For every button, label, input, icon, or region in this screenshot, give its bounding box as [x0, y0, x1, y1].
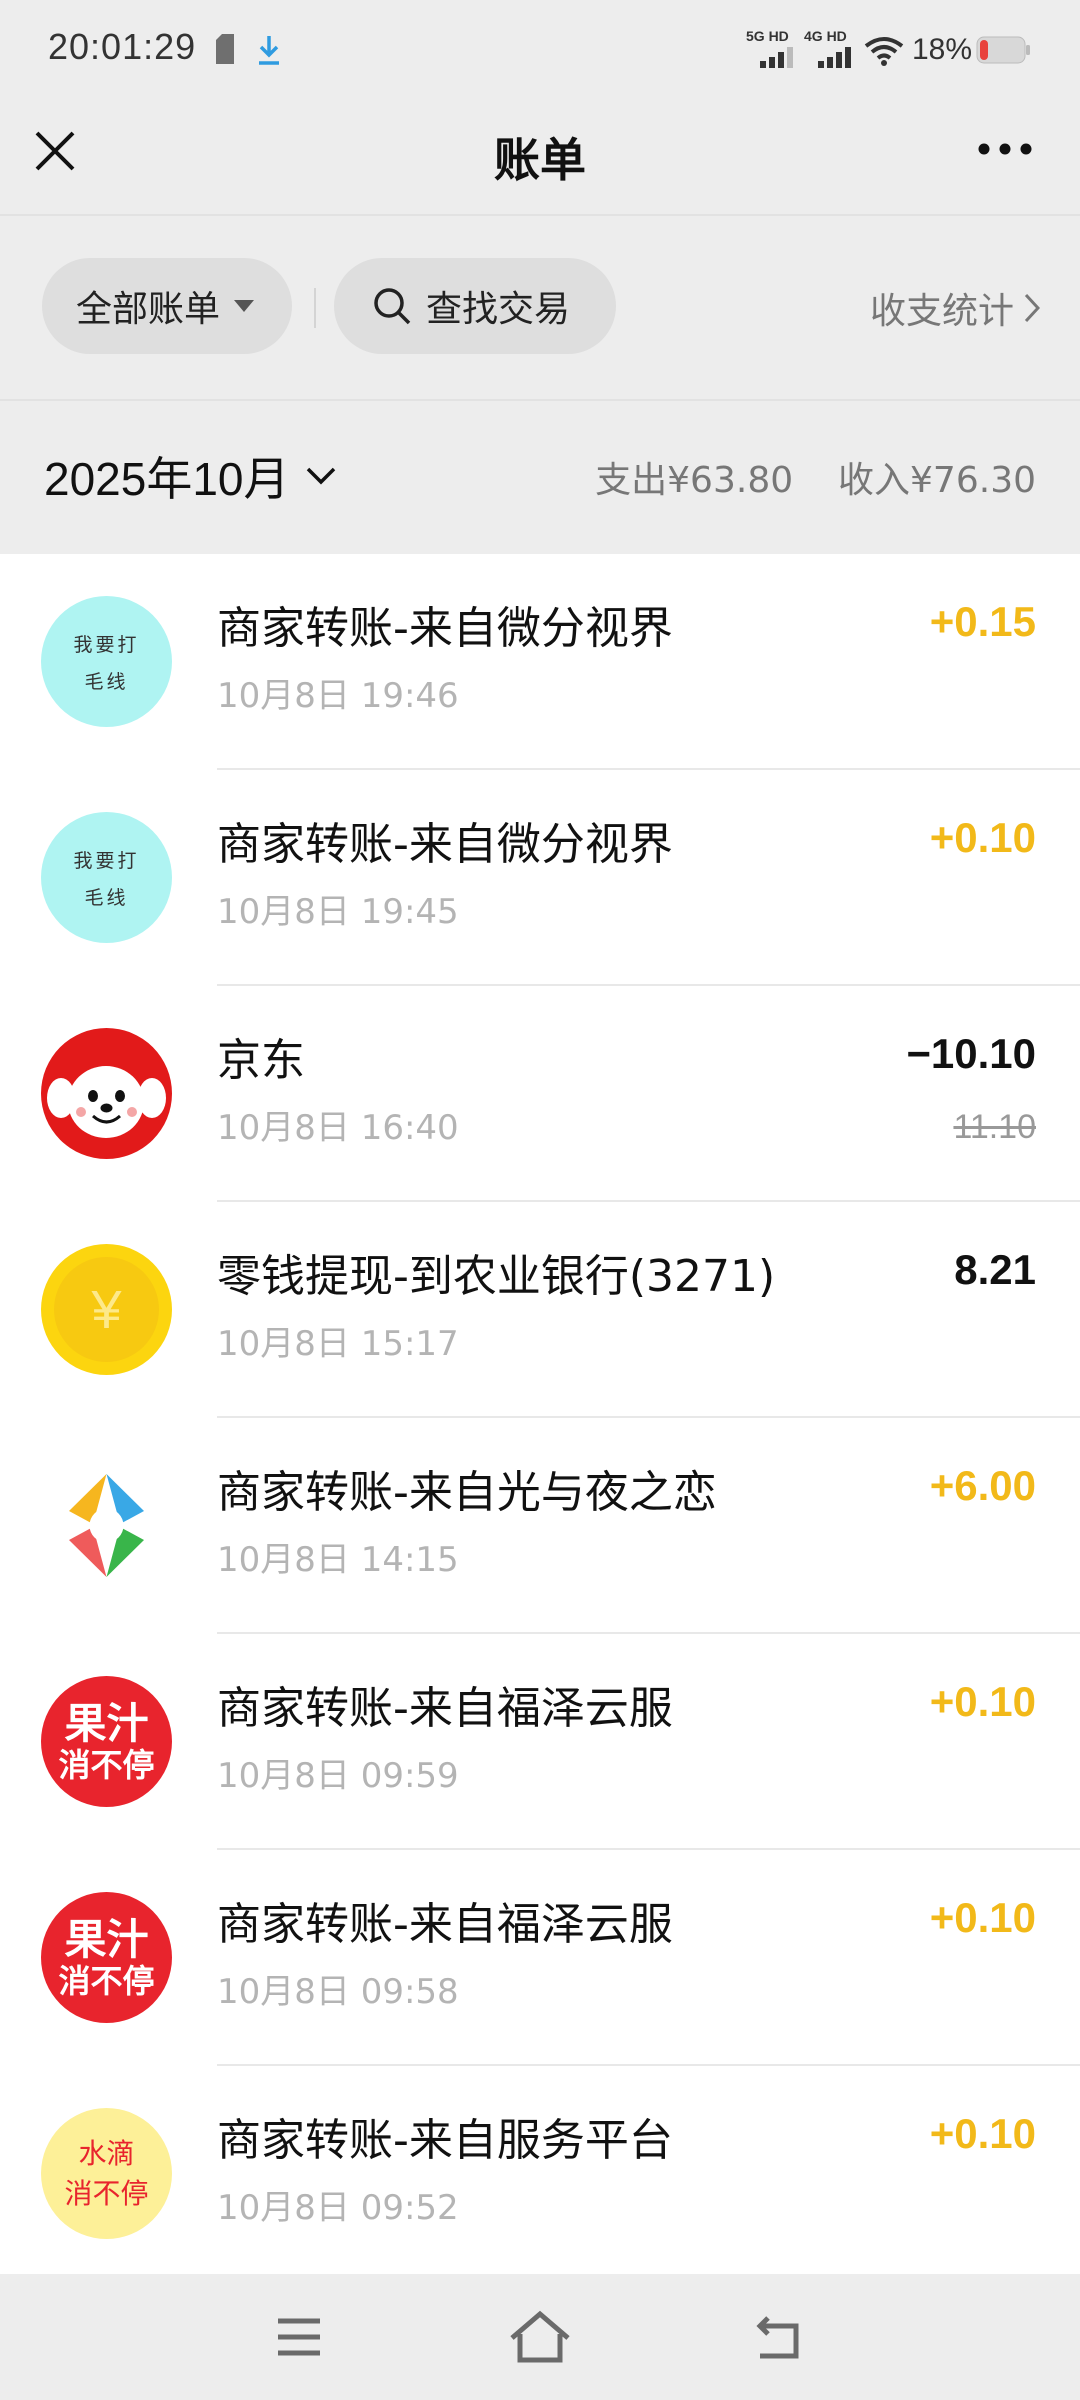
chevron-down-icon — [306, 467, 335, 485]
filter-bar: 全部账单 查找交易 收支统计 — [0, 214, 1080, 399]
all-bills-label: 全部账单 — [76, 289, 221, 330]
download-icon — [259, 36, 279, 65]
transaction-title: 商家转账-来自微分视界 — [217, 603, 673, 654]
transaction-amount: +0.10 — [929, 1894, 1036, 1941]
transaction-title: 商家转账-来自福泽云服 — [217, 1899, 673, 1950]
transaction-row[interactable]: 京东 10月8日 16:40 −10.10 11.10 — [0, 986, 1080, 1202]
stats-link[interactable]: 收支统计 — [870, 282, 1040, 334]
transaction-title: 商家转账-来自福泽云服 — [217, 1683, 673, 1734]
avatar-text-line2: 消不停 — [58, 1961, 155, 2000]
transaction-row[interactable]: 水滴 消不停 商家转账-来自服务平台 10月8日 09:52 +0.10 — [0, 2066, 1080, 2274]
avatar-text-line1: 我要打 — [73, 633, 140, 656]
transaction-time: 10月8日 09:59 — [217, 1756, 459, 1796]
original-amount: 11.10 — [953, 1108, 1036, 1146]
avatar-text-line2: 毛线 — [84, 886, 129, 909]
system-nav-bar — [0, 2274, 1080, 2400]
battery-icon — [976, 36, 1030, 64]
all-bills-dropdown[interactable]: 全部账单 — [42, 258, 292, 354]
page-title: 账单 — [494, 133, 586, 187]
status-time: 20:01:29 — [48, 26, 197, 67]
month-summary: 支出¥63.80 收入¥76.30 — [595, 451, 1036, 503]
transaction-time: 10月8日 09:52 — [217, 2188, 459, 2228]
signal-4g-icon: 4G HD — [804, 28, 854, 70]
search-icon — [374, 288, 411, 325]
merchant-avatar: 水滴 消不停 — [41, 2108, 172, 2239]
transaction-title: 零钱提现-到农业银行(3271) — [217, 1251, 776, 1302]
avatar-text-line1: 我要打 — [73, 849, 140, 872]
chevron-right-icon — [1024, 293, 1040, 323]
month-selector[interactable]: 2025年10月 — [44, 443, 336, 509]
network-4g-label: 4G HD — [804, 28, 847, 44]
transaction-list: 我要打 毛线 商家转账-来自微分视界 10月8日 19:46 +0.15 我要打… — [0, 554, 1080, 2274]
avatar-text-line2: 毛线 — [84, 670, 129, 693]
transaction-amount: +0.15 — [929, 598, 1036, 645]
transaction-time: 10月8日 09:58 — [217, 1972, 459, 2012]
stats-label: 收支统计 — [869, 291, 1014, 332]
pinwheel-logo-icon — [41, 1460, 172, 1591]
search-transactions-button[interactable]: 查找交易 — [334, 258, 616, 354]
wifi-icon — [864, 37, 904, 66]
transaction-row[interactable]: 果汁 消不停 商家转账-来自福泽云服 10月8日 09:58 +0.10 — [0, 1850, 1080, 2066]
status-bar: 20:01:29 5G HD 4G HD 18% — [0, 0, 1080, 100]
merchant-avatar: 我要打 毛线 — [41, 812, 172, 943]
merchant-avatar: 果汁 消不停 — [41, 1676, 172, 1807]
transaction-amount: +0.10 — [929, 1678, 1036, 1725]
avatar-text-line2: 消不停 — [58, 1745, 155, 1784]
avatar-text-line1: 水滴 — [78, 2136, 135, 2170]
transaction-amount: +0.10 — [929, 2110, 1036, 2157]
battery-percent: 18% — [912, 33, 973, 66]
transaction-row[interactable]: 我要打 毛线 商家转账-来自微分视界 10月8日 19:45 +0.10 — [0, 770, 1080, 986]
transaction-time: 10月8日 19:46 — [217, 676, 459, 716]
month-bar: 2025年10月 支出¥63.80 收入¥76.30 — [0, 399, 1080, 554]
search-label: 查找交易 — [426, 289, 571, 330]
coin-icon: ¥ — [41, 1244, 172, 1375]
avatar-text-line1: 果汁 — [64, 1914, 149, 1964]
more-icon[interactable] — [978, 142, 1032, 156]
transaction-amount: +0.10 — [929, 814, 1036, 861]
transaction-row[interactable]: 果汁 消不停 商家转账-来自福泽云服 10月8日 09:59 +0.10 — [0, 1634, 1080, 1850]
transaction-row[interactable]: 我要打 毛线 商家转账-来自微分视界 10月8日 19:46 +0.15 — [0, 554, 1080, 770]
back-icon[interactable] — [754, 2314, 804, 2360]
transaction-title: 京东 — [217, 1035, 305, 1086]
nav-bar: 账单 — [0, 100, 1080, 214]
transaction-time: 10月8日 19:45 — [217, 892, 459, 932]
coin-symbol: ¥ — [91, 1279, 122, 1340]
month-income: 收入¥76.30 — [838, 460, 1036, 501]
transaction-time: 10月8日 16:40 — [217, 1108, 459, 1148]
merchant-avatar: 我要打 毛线 — [41, 596, 172, 727]
transaction-row[interactable]: 商家转账-来自光与夜之恋 10月8日 14:15 +6.00 — [0, 1418, 1080, 1634]
transaction-time: 10月8日 14:15 — [217, 1540, 459, 1580]
transaction-row[interactable]: ¥ 零钱提现-到农业银行(3271) 10月8日 15:17 8.21 — [0, 1202, 1080, 1418]
transaction-title: 商家转账-来自光与夜之恋 — [217, 1467, 717, 1518]
filter-divider — [314, 288, 316, 328]
avatar-text-line2: 消不停 — [64, 2176, 149, 2210]
transaction-amount: −10.10 — [906, 1030, 1036, 1077]
caret-down-icon — [234, 300, 255, 312]
avatar-text-line1: 果汁 — [64, 1698, 149, 1748]
transaction-title: 商家转账-来自微分视界 — [217, 819, 673, 870]
transaction-amount: +6.00 — [929, 1462, 1036, 1509]
month-label: 2025年10月 — [44, 453, 290, 505]
transaction-title: 商家转账-来自服务平台 — [217, 2115, 673, 2166]
home-icon[interactable] — [508, 2310, 572, 2364]
signal-5g-icon: 5G HD — [746, 28, 796, 70]
network-5g-label: 5G HD — [746, 28, 789, 44]
jd-logo-icon — [41, 1028, 172, 1159]
sim-card-icon — [216, 34, 234, 64]
menu-icon[interactable] — [276, 2318, 322, 2356]
merchant-avatar: 果汁 消不停 — [41, 1892, 172, 2023]
month-expense: 支出¥63.80 — [595, 460, 794, 501]
transaction-amount: 8.21 — [954, 1246, 1036, 1293]
transaction-time: 10月8日 15:17 — [217, 1324, 459, 1364]
